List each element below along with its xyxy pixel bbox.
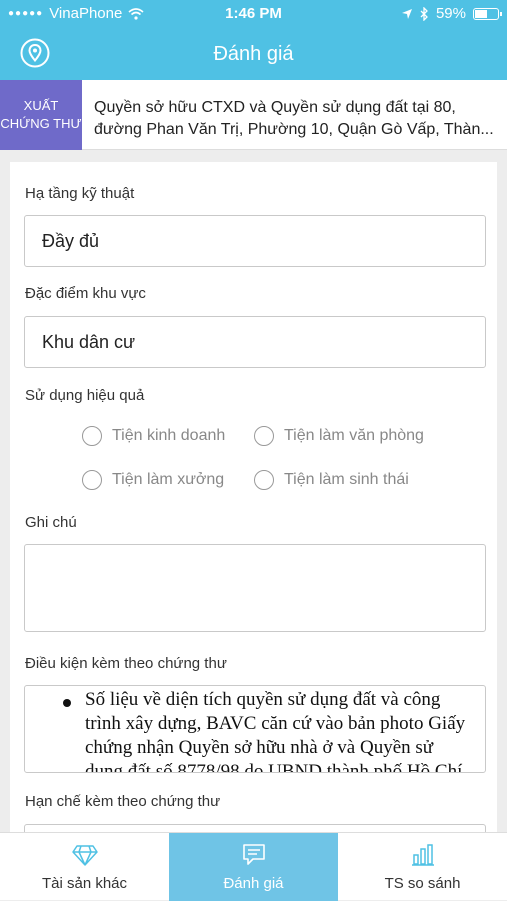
radio-label: Tiện làm văn phòng bbox=[284, 427, 424, 444]
area-select[interactable]: Khu dân cư bbox=[24, 316, 486, 368]
radio-option-business[interactable]: Tiện kinh doanh bbox=[82, 426, 225, 446]
note-textarea[interactable] bbox=[24, 544, 486, 632]
radio-label: Tiện làm sinh thái bbox=[284, 471, 409, 488]
tab-label: Đánh giá bbox=[223, 875, 284, 892]
infrastructure-label: Hạ tầng kỹ thuật bbox=[25, 185, 135, 202]
chat-icon bbox=[243, 844, 265, 865]
tab-other-assets[interactable]: Tài sản khác bbox=[0, 833, 169, 901]
area-value: Khu dân cư bbox=[42, 331, 136, 352]
radio-label: Tiện kinh doanh bbox=[112, 427, 226, 444]
radio-circle-icon bbox=[254, 470, 274, 490]
radio-circle-icon bbox=[82, 426, 102, 446]
tab-bar: Tài sản khác Đánh giá TS so sánh bbox=[0, 832, 507, 901]
efficiency-label: Sử dụng hiệu quả bbox=[25, 387, 145, 404]
property-address: Quyền sở hữu CTXD và Quyền sử dụng đất t… bbox=[94, 99, 494, 138]
bullet-icon bbox=[63, 699, 71, 707]
note-label: Ghi chú bbox=[25, 514, 77, 531]
location-arrow-icon bbox=[401, 8, 412, 19]
area-label: Đặc điểm khu vực bbox=[25, 285, 146, 302]
restrictions-editor[interactable] bbox=[24, 824, 486, 832]
infrastructure-value: Đầy đủ bbox=[42, 230, 100, 251]
conditions-label: Điều kiện kèm theo chứng thư bbox=[25, 655, 227, 672]
radio-circle-icon bbox=[254, 426, 274, 446]
bluetooth-icon bbox=[420, 6, 428, 21]
page-title: Đánh giá bbox=[213, 43, 294, 65]
radio-circle-icon bbox=[82, 470, 102, 490]
radio-label: Tiện làm xưởng bbox=[112, 471, 225, 488]
issue-certificate-button[interactable]: XUẤT CHỨNG THƯ bbox=[0, 80, 82, 150]
radio-option-workshop[interactable]: Tiện làm xưởng bbox=[82, 470, 224, 490]
diamond-icon bbox=[72, 845, 98, 866]
radio-option-eco[interactable]: Tiện làm sinh thái bbox=[254, 470, 409, 490]
conditions-text: Số liệu về diện tích quyền sử dụng đất v… bbox=[85, 689, 466, 773]
status-bar: ●●●●● VinaPhone 1:46 PM 59% bbox=[0, 0, 507, 28]
property-banner: XUẤT CHỨNG THƯ Quyền sở hữu CTXD và Quyề… bbox=[0, 80, 507, 150]
radio-option-office[interactable]: Tiện làm văn phòng bbox=[254, 426, 424, 446]
bar-chart-icon bbox=[412, 844, 434, 866]
infrastructure-select[interactable]: Đầy đủ bbox=[24, 215, 486, 267]
nav-bar: Đánh giá bbox=[0, 28, 507, 80]
tab-evaluation[interactable]: Đánh giá bbox=[169, 833, 338, 901]
battery-percent: 59% bbox=[435, 5, 466, 22]
restrictions-label: Hạn chế kèm theo chứng thư bbox=[25, 793, 221, 810]
conditions-editor[interactable]: Số liệu về diện tích quyền sử dụng đất v… bbox=[24, 685, 486, 773]
tab-comparison[interactable]: TS so sánh bbox=[338, 833, 507, 901]
battery-icon bbox=[473, 7, 502, 20]
evaluation-form: Hạ tầng kỹ thuật Đầy đủ Đặc điểm khu vực… bbox=[10, 162, 497, 832]
tab-label: TS so sánh bbox=[384, 875, 461, 892]
tab-label: Tài sản khác bbox=[41, 875, 128, 892]
